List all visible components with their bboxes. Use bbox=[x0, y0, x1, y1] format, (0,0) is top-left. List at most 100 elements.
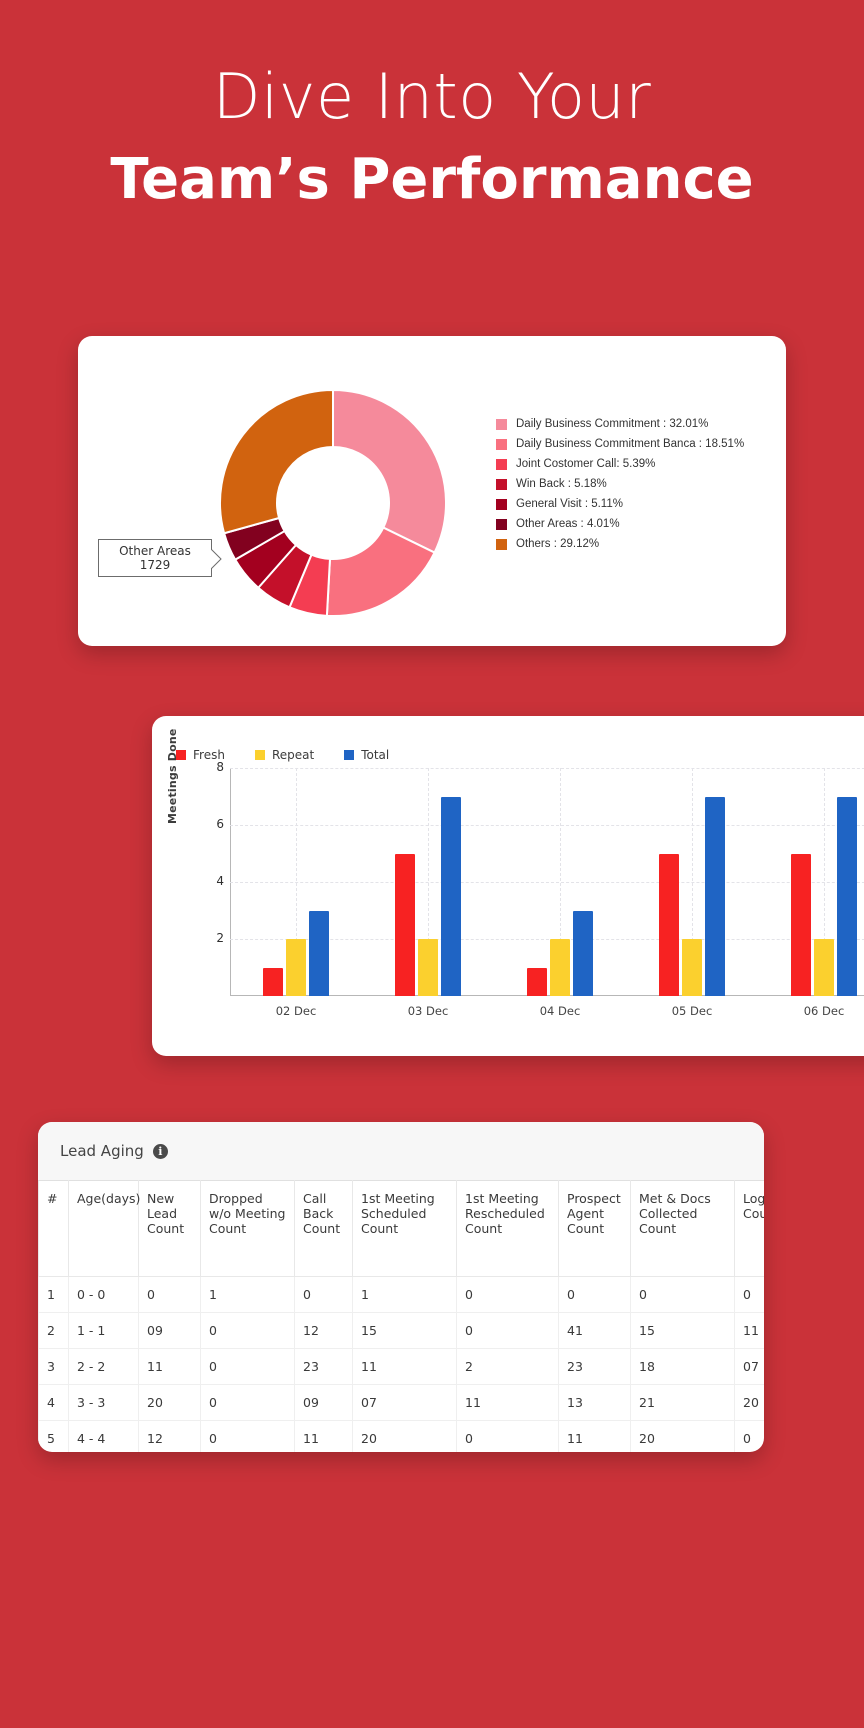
bar-total[interactable] bbox=[309, 910, 329, 996]
y-axis-tick-label: 6 bbox=[216, 817, 224, 831]
table-cell: 1 bbox=[38, 1276, 69, 1313]
bar-total[interactable] bbox=[837, 796, 857, 996]
table-cell: 07 bbox=[352, 1384, 457, 1421]
table-cell: 0 bbox=[200, 1384, 295, 1421]
table-cell: 2 bbox=[38, 1312, 69, 1349]
table-cell: 0 bbox=[734, 1420, 764, 1452]
table-cell: 2 bbox=[456, 1348, 559, 1385]
legend-item[interactable]: Win Back : 5.18% bbox=[496, 474, 744, 494]
x-axis-tick-label: 02 Dec bbox=[275, 1004, 317, 1018]
bar-repeat[interactable] bbox=[418, 939, 438, 996]
table-cell: 15 bbox=[630, 1312, 735, 1349]
bar-legend-item[interactable]: Repeat bbox=[254, 748, 314, 762]
table-row[interactable]: 32 - 2 11 0 23 11 2 23 18 07 bbox=[38, 1348, 764, 1385]
donut-chart[interactable] bbox=[218, 388, 448, 618]
table-column-header[interactable]: Login Count bbox=[734, 1180, 764, 1277]
x-axis-tick-label: 03 Dec bbox=[407, 1004, 449, 1018]
headline-line-2: Team’s Performance bbox=[110, 147, 754, 212]
legend-item[interactable]: Other Areas : 4.01% bbox=[496, 514, 744, 534]
table-column-header[interactable]: Met & Docs Collected Count bbox=[630, 1180, 735, 1277]
bar-fresh[interactable] bbox=[263, 967, 283, 996]
x-axis-tick-label: 05 Dec bbox=[671, 1004, 713, 1018]
bar-repeat[interactable] bbox=[550, 939, 570, 996]
table-header-bar: Lead Aging i bbox=[38, 1122, 764, 1180]
bar-fresh[interactable] bbox=[395, 853, 415, 996]
info-icon[interactable]: i bbox=[152, 1143, 168, 1159]
headline-line-1: Dive Into Your bbox=[212, 60, 652, 133]
bar-repeat[interactable] bbox=[814, 939, 834, 996]
table-cell: 21 bbox=[630, 1384, 735, 1421]
legend-swatch bbox=[496, 498, 507, 510]
table-cell: 3 bbox=[38, 1348, 69, 1385]
table-cell: 20 bbox=[352, 1420, 457, 1452]
table-cell: 0 bbox=[200, 1312, 295, 1349]
bar-total[interactable] bbox=[705, 796, 725, 996]
legend-swatch bbox=[496, 438, 507, 450]
table-cell: 0 bbox=[456, 1276, 559, 1313]
table-cell: 0 bbox=[630, 1276, 735, 1313]
table-cell: 1 bbox=[352, 1276, 457, 1313]
table-cell: 09 bbox=[294, 1384, 353, 1421]
table-cell: 4 - 4 bbox=[68, 1420, 139, 1452]
table-cell: 0 bbox=[558, 1276, 631, 1313]
legend-item[interactable]: Daily Business Commitment : 32.01% bbox=[496, 414, 744, 434]
bar-legend-label: Total bbox=[361, 748, 390, 762]
table-column-header[interactable]: Call Back Count bbox=[294, 1180, 353, 1277]
legend-item[interactable]: Joint Costomer Call: 5.39% bbox=[496, 454, 744, 474]
table-cell: 15 bbox=[352, 1312, 457, 1349]
legend-label: Joint Costomer Call: 5.39% bbox=[516, 458, 656, 470]
bar-chart-y-axis-label: Meetings Done bbox=[166, 728, 179, 824]
table-row[interactable]: 43 - 3 20 0 09 07 11 13 21 20 bbox=[38, 1384, 764, 1421]
table-column-header[interactable]: 1st Meeting Rescheduled Count bbox=[456, 1180, 559, 1277]
table-head: # Age(days) New Lead Count Dropped w/o Meet… bbox=[38, 1180, 764, 1277]
legend-label: Daily Business Commitment : 32.01% bbox=[516, 418, 709, 430]
table-cell: 09 bbox=[138, 1312, 201, 1349]
table-cell: 2 - 2 bbox=[68, 1348, 139, 1385]
table-cell: 0 bbox=[294, 1276, 353, 1313]
table-row[interactable]: 54 - 4 12 0 11 20 0 11 20 0 bbox=[38, 1420, 764, 1452]
bar-fresh[interactable] bbox=[527, 967, 547, 996]
donut-legend: Daily Business Commitment : 32.01% Daily … bbox=[496, 414, 744, 554]
table-cell: 11 bbox=[558, 1420, 631, 1452]
y-axis-tick-label: 2 bbox=[216, 931, 224, 945]
bar-legend-item[interactable]: Total bbox=[344, 748, 389, 762]
tooltip-pointer-icon bbox=[211, 549, 222, 569]
table-cell: 0 - 0 bbox=[68, 1276, 139, 1313]
table-cell: 0 bbox=[138, 1276, 201, 1313]
table-column-header[interactable]: Prospect Agent Count bbox=[558, 1180, 631, 1277]
table-column-header[interactable]: Dropped w/o Meeting Count bbox=[200, 1180, 295, 1277]
legend-item[interactable]: General Visit : 5.11% bbox=[496, 494, 744, 514]
table-cell: 20 bbox=[630, 1420, 735, 1452]
legend-swatch bbox=[496, 518, 507, 530]
legend-item[interactable]: Others : 29.12% bbox=[496, 534, 744, 554]
table-cell: 12 bbox=[294, 1312, 353, 1349]
legend-item[interactable]: Daily Business Commitment Banca : 18.51% bbox=[496, 434, 744, 454]
table-column-header[interactable]: New Lead Count bbox=[138, 1180, 201, 1277]
table-column-header[interactable]: # bbox=[38, 1180, 69, 1277]
table-row[interactable]: 10 - 001010000 bbox=[38, 1276, 764, 1313]
bar-legend-swatch bbox=[344, 750, 355, 760]
table-cell: 11 bbox=[138, 1348, 201, 1385]
bar-repeat[interactable] bbox=[682, 939, 702, 996]
legend-label: Daily Business Commitment Banca : 18.51% bbox=[516, 438, 745, 450]
bar-repeat[interactable] bbox=[286, 939, 306, 996]
table-cell: 20 bbox=[734, 1384, 764, 1421]
bar-total[interactable] bbox=[441, 796, 461, 996]
bar-fresh[interactable] bbox=[791, 853, 811, 996]
legend-label: Other Areas : 4.01% bbox=[516, 518, 620, 530]
table-column-header[interactable]: 1st Meeting Scheduled Count bbox=[352, 1180, 457, 1277]
table-cell: 41 bbox=[558, 1312, 631, 1349]
bar-total[interactable] bbox=[573, 910, 593, 996]
table-cell: 0 bbox=[456, 1420, 559, 1452]
bar-fresh[interactable] bbox=[659, 853, 679, 996]
table-cell: 11 bbox=[294, 1420, 353, 1452]
bar-group bbox=[260, 768, 332, 996]
table-cell: 07 bbox=[734, 1348, 764, 1385]
bar-legend-swatch bbox=[254, 750, 265, 760]
legend-swatch bbox=[496, 418, 507, 430]
tooltip-value: 1729 bbox=[139, 558, 171, 572]
table-row[interactable]: 21 - 1 09 0 12 15 0 41 15 11 bbox=[38, 1312, 764, 1349]
table-title: Lead Aging bbox=[60, 1142, 144, 1160]
bar-group bbox=[392, 768, 464, 996]
table-column-header[interactable]: Age(days) bbox=[68, 1180, 140, 1277]
